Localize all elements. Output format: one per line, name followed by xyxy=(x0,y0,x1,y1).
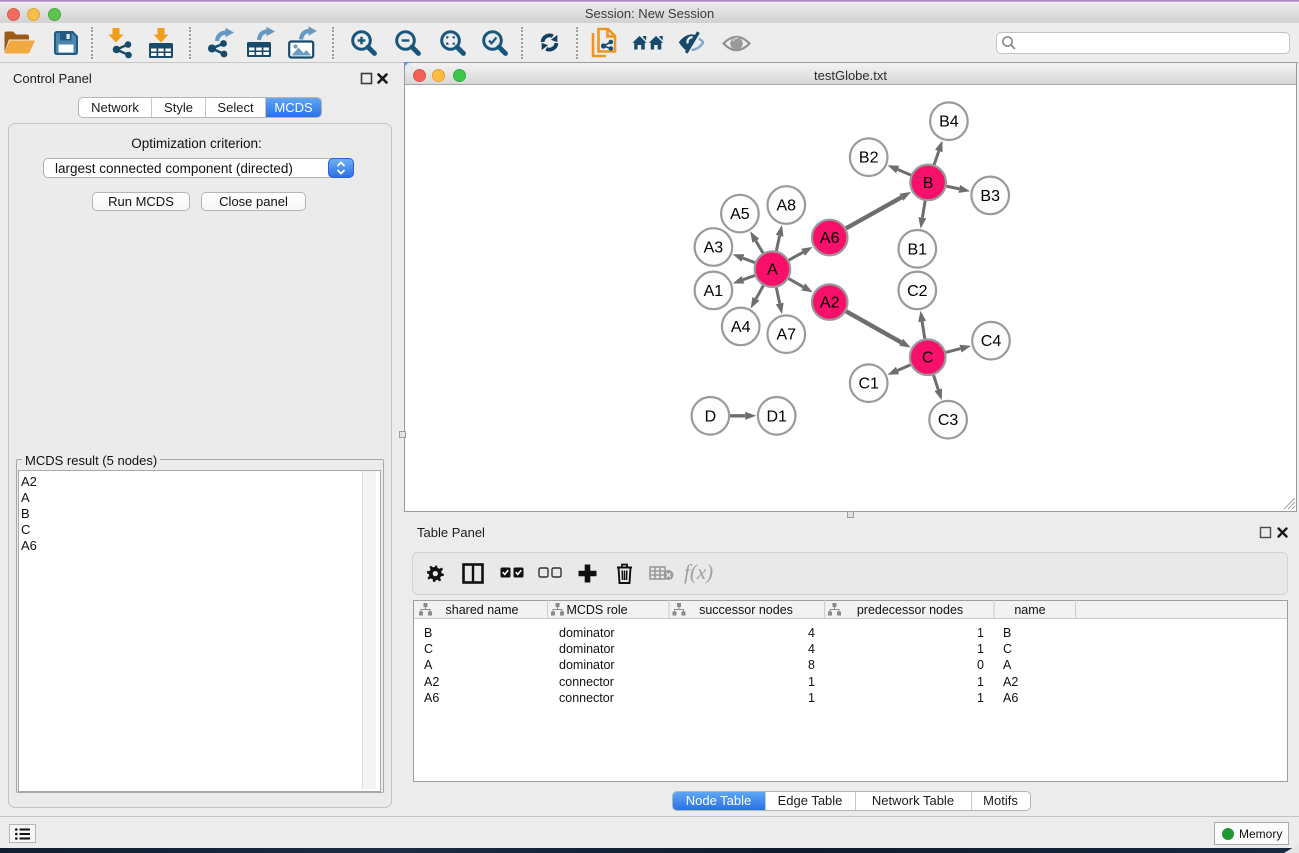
svg-text:A6: A6 xyxy=(819,230,839,247)
svg-text:C1: C1 xyxy=(858,376,879,393)
svg-text:C2: C2 xyxy=(907,283,928,300)
svg-text:A7: A7 xyxy=(776,327,796,344)
svg-text:B2: B2 xyxy=(858,150,878,167)
svg-text:A8: A8 xyxy=(776,198,796,215)
svg-text:B3: B3 xyxy=(980,188,1000,205)
svg-text:A3: A3 xyxy=(703,240,723,257)
svg-text:C3: C3 xyxy=(937,412,958,429)
svg-text:B1: B1 xyxy=(907,241,927,258)
svg-text:A5: A5 xyxy=(730,206,750,223)
svg-text:A2: A2 xyxy=(819,295,839,312)
svg-text:D: D xyxy=(704,408,716,425)
svg-text:C4: C4 xyxy=(980,333,1001,350)
svg-text:D1: D1 xyxy=(766,408,787,425)
svg-text:A1: A1 xyxy=(703,283,723,300)
svg-text:C: C xyxy=(921,350,933,367)
svg-text:A: A xyxy=(767,262,778,279)
svg-text:B: B xyxy=(922,175,933,192)
svg-text:B4: B4 xyxy=(939,114,959,131)
svg-text:A4: A4 xyxy=(730,319,750,336)
